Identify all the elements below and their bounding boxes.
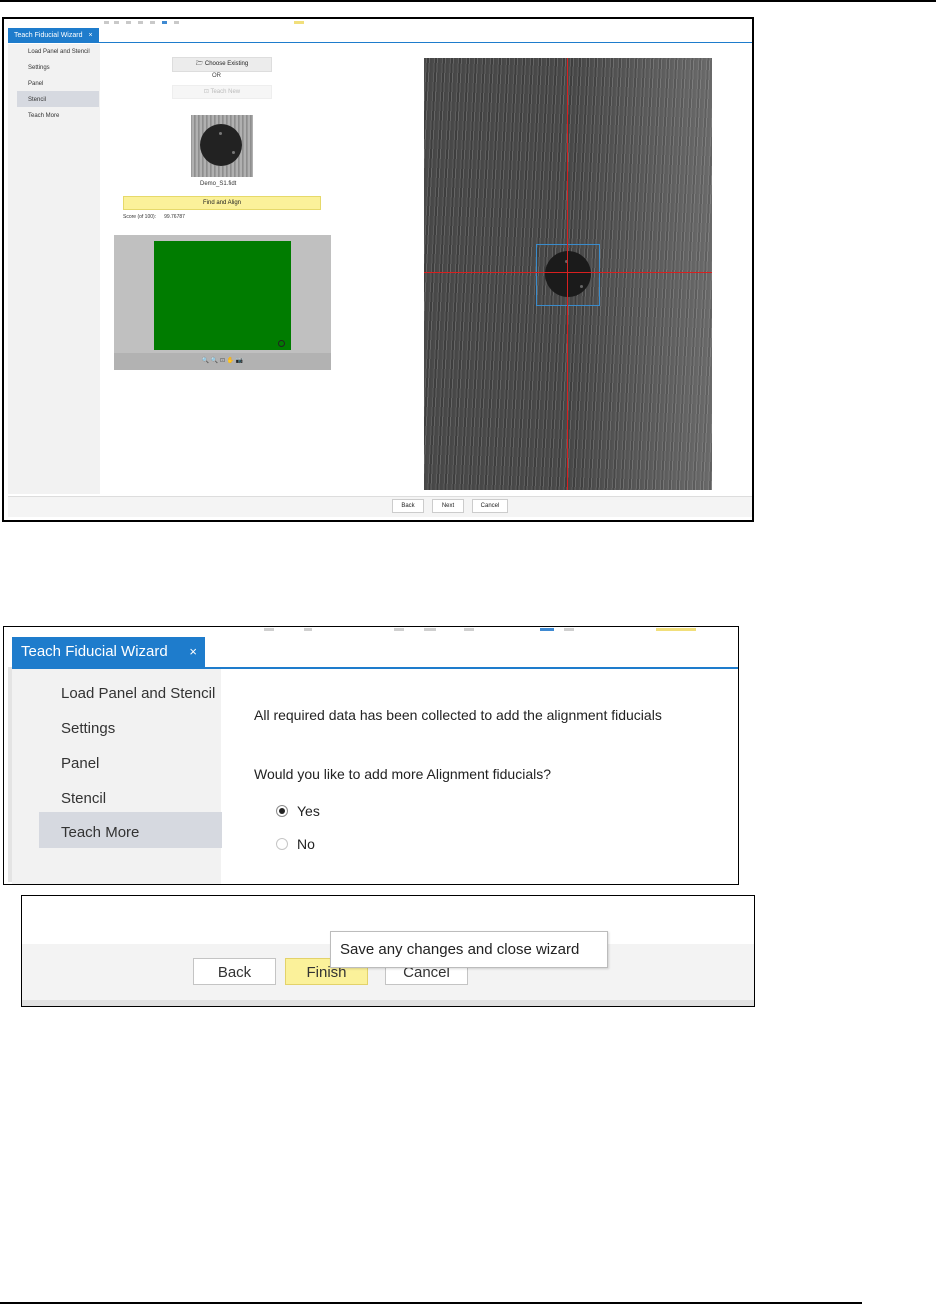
back-button[interactable]: Back xyxy=(193,958,276,985)
find-and-align-button[interactable]: Find and Align xyxy=(123,196,321,210)
page-bottom-rule xyxy=(0,1302,862,1304)
or-label: OR xyxy=(212,73,221,79)
sidebar-item-load-panel-and-stencil[interactable]: Load Panel and Stencil xyxy=(61,685,215,702)
sidebar-item-load-panel-and-stencil[interactable]: Load Panel and Stencil xyxy=(28,49,90,55)
sidebar-item-panel[interactable]: Panel xyxy=(61,755,99,772)
wizard-footer xyxy=(8,496,752,517)
wizard-screenshot-finish-footer: Back Finish Cancel Save any changes and … xyxy=(21,895,755,1007)
page-top-rule xyxy=(0,0,936,2)
choose-existing-button[interactable]: 🗁 Choose Existing xyxy=(172,57,272,72)
tab-underline xyxy=(8,42,752,43)
fiducial-thumbnail xyxy=(191,115,253,177)
view-toolbar[interactable]: 🔍 🔍 ⊡ ✋ 📷 xyxy=(114,353,331,370)
wizard-screenshot-teach-more-step: Teach Fiducial Wizard × Load Panel and S… xyxy=(3,626,739,885)
wizard-tab-title: Teach Fiducial Wizard xyxy=(14,32,83,39)
panel-overview: 🔍 🔍 ⊡ ✋ 📷 xyxy=(114,235,331,370)
crosshair-horizontal xyxy=(424,272,712,273)
no-radio-label[interactable]: No xyxy=(297,836,315,852)
sidebar-item-teach-more[interactable]: Teach More xyxy=(61,824,139,841)
close-icon[interactable]: × xyxy=(88,32,92,39)
yes-radio[interactable] xyxy=(276,805,288,817)
sidebar-item-stencil[interactable]: Stencil xyxy=(61,790,106,807)
wizard-sidebar xyxy=(8,44,100,494)
folder-icon: 🗁 xyxy=(195,61,205,67)
sidebar-item-panel[interactable]: Panel xyxy=(28,81,43,87)
crosshair-vertical xyxy=(567,58,568,490)
add-more-question: Would you like to add more Alignment fid… xyxy=(254,766,552,782)
teach-new-button[interactable]: ⊡ Teach New xyxy=(172,85,272,99)
finish-tooltip: Save any changes and close wizard xyxy=(330,931,608,968)
next-button[interactable]: Next xyxy=(432,499,464,513)
score-readout: Score (of 100): 99.76787 xyxy=(123,214,185,220)
back-button[interactable]: Back xyxy=(392,499,424,513)
wizard-tab[interactable]: Teach Fiducial Wizard × xyxy=(12,637,205,667)
sidebar-item-settings[interactable]: Settings xyxy=(28,65,50,71)
wizard-screenshot-stencil-step: Teach Fiducial Wizard × Load Panel and St… xyxy=(2,17,754,522)
fiducial-filename: Demo_S1.fidt xyxy=(200,181,237,187)
no-radio[interactable] xyxy=(276,838,288,850)
sidebar-item-stencil[interactable]: Stencil xyxy=(28,97,46,103)
fiducial-dot xyxy=(200,124,242,166)
cancel-button[interactable]: Cancel xyxy=(472,499,508,513)
toolbar-remnant xyxy=(104,19,344,26)
yes-radio-label[interactable]: Yes xyxy=(297,803,320,819)
wizard-tab[interactable]: Teach Fiducial Wizard × xyxy=(8,28,99,43)
panel-board-image xyxy=(154,241,291,350)
sidebar-item-settings[interactable]: Settings xyxy=(61,720,115,737)
toolbar-remnant xyxy=(264,627,724,633)
score-label: Score (of 100): xyxy=(123,214,157,220)
wizard-tab-title: Teach Fiducial Wizard xyxy=(21,643,168,660)
camera-view xyxy=(424,58,712,490)
sidebar-item-teach-more[interactable]: Teach More xyxy=(28,113,59,119)
score-value: 99.76787 xyxy=(164,214,185,220)
fiducial-target xyxy=(545,251,591,297)
completion-message: All required data has been collected to … xyxy=(254,707,662,723)
close-icon[interactable]: × xyxy=(189,637,197,667)
